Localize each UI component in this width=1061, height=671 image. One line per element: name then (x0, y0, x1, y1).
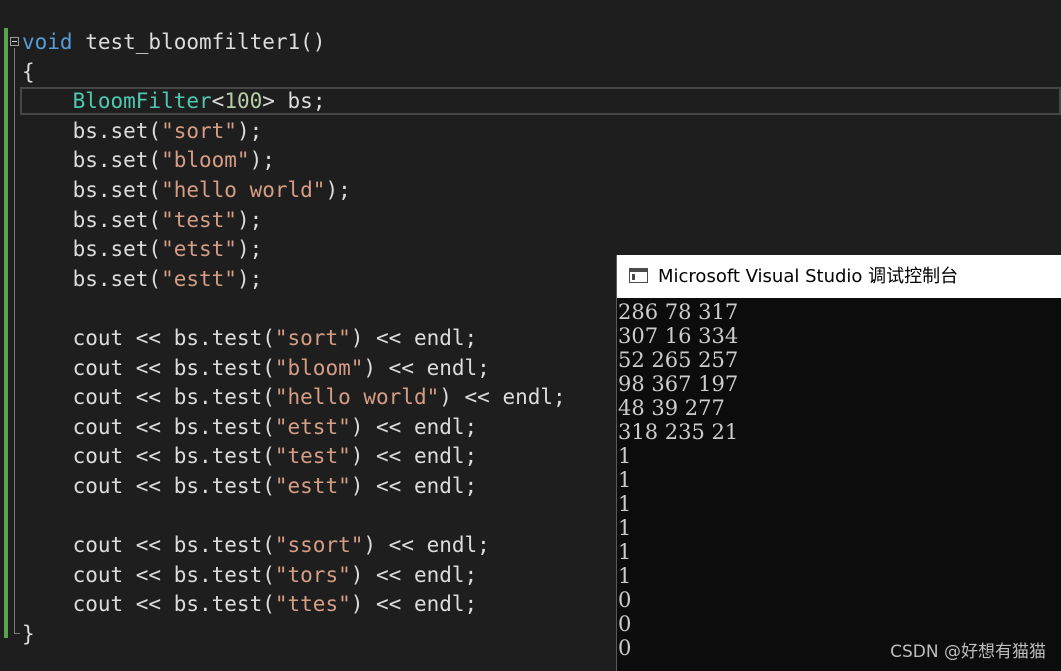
code-token: cout << bs.test( (22, 414, 275, 439)
console-output-line: 1 (618, 468, 632, 492)
change-tracking-bar (4, 28, 8, 638)
code-line: bs.set("test"); (22, 205, 263, 235)
code-token: ); (236, 118, 263, 143)
code-token: cout << bs.test( (22, 355, 275, 380)
code-line: bs.set("etst"); (22, 234, 263, 264)
code-token: ) << endl; (363, 355, 490, 380)
code-token: > bs; (262, 89, 326, 114)
code-token: "etst" (161, 237, 237, 262)
code-line: cout << bs.test("estt") << endl; (22, 471, 478, 501)
code-token: ) << endl; (350, 474, 478, 498)
code-line: cout << bs.test("bloom") << endl; (22, 353, 490, 383)
code-token: "test" (274, 444, 351, 469)
code-token: test_bloomfilter1() (72, 30, 326, 54)
console-titlebar[interactable]: Microsoft Visual Studio 调试控制台 (617, 255, 1061, 298)
code-token: bs.set( (22, 266, 162, 291)
code-token: "hello world" (161, 178, 326, 202)
code-token: bs.set( (22, 148, 162, 173)
code-token: bs.set( (22, 207, 162, 232)
code-token: void (22, 30, 73, 54)
code-line: cout << bs.test("ssort") << endl; (22, 530, 490, 560)
code-token: < (211, 89, 225, 114)
code-token: ); (325, 178, 351, 202)
code-line: bs.set("bloom"); (22, 145, 275, 175)
console-output-line: 286 78 317 (618, 300, 739, 324)
code-token: "estt" (161, 266, 237, 291)
code-token: "bloom" (161, 148, 250, 173)
console-output-line: 1 (618, 492, 632, 516)
code-token: { (22, 59, 35, 84)
code-token: ) << endl; (363, 533, 490, 558)
code-line: cout << bs.test("test") << endl; (22, 441, 478, 471)
console-output-line: 318 235 21 (618, 420, 739, 444)
code-token: bs.set( (22, 237, 162, 262)
code-line: BloomFilter<100> bs; (22, 86, 326, 116)
code-line: bs.set("sort"); (22, 116, 263, 146)
console-output-line: 0 (618, 588, 632, 612)
console-output-line: 1 (618, 444, 632, 468)
debug-console-window[interactable]: Microsoft Visual Studio 调试控制台 286 78 317… (616, 255, 1061, 671)
code-line: cout << bs.test("sort") << endl; (22, 323, 478, 353)
code-token: BloomFilter (72, 89, 212, 114)
code-line: cout << bs.test("ttes") << endl; (22, 589, 478, 619)
console-output-line: 98 367 197 (618, 372, 739, 396)
code-token: ) << endl; (350, 592, 478, 617)
code-token: ); (236, 266, 263, 291)
code-token: bs.set( (22, 118, 162, 143)
console-window-icon (629, 268, 648, 283)
code-line: { (22, 57, 35, 87)
console-title: Microsoft Visual Studio 调试控制台 (658, 266, 959, 287)
code-token: ) << endl; (350, 444, 478, 469)
code-token: ) << endl; (350, 414, 478, 439)
watermark: CSDN @好想有猫猫 (890, 642, 1046, 662)
console-output: 286 78 317 307 16 334 52 265 257 98 367 197… (618, 300, 1058, 660)
code-token: ) << endl; (439, 385, 566, 410)
code-token: cout << bs.test( (22, 444, 275, 469)
code-token: cout << bs.test( (22, 533, 275, 558)
code-token: bs.set( (22, 178, 162, 202)
console-output-line: 48 39 277 (618, 396, 725, 420)
code-token: ); (236, 207, 263, 232)
code-token: cout << bs.test( (22, 326, 275, 350)
code-token: } (22, 622, 35, 646)
code-token: "test" (161, 207, 237, 232)
code-token: cout << bs.test( (22, 562, 275, 587)
code-token: ); (249, 148, 275, 173)
code-token: ); (236, 237, 263, 262)
code-token: "ssort" (274, 533, 364, 558)
console-output-line: 52 265 257 (618, 348, 739, 372)
code-token: "etst" (274, 414, 351, 439)
code-line: cout << bs.test("tors") << endl; (22, 560, 478, 590)
code-token: cout << bs.test( (22, 385, 275, 410)
code-token: "tors" (274, 562, 351, 587)
code-token: "estt" (274, 474, 351, 498)
console-output-line: 1 (618, 564, 632, 588)
code-line: void test_bloomfilter1() (22, 27, 325, 57)
code-token: "sort" (274, 326, 351, 350)
code-line: cout << bs.test("hello world") << endl; (22, 382, 566, 412)
code-token: ) << endl; (350, 326, 478, 350)
fold-guide-line (14, 48, 15, 634)
code-line: bs.set("hello world"); (22, 175, 351, 205)
console-output-line: 307 16 334 (618, 324, 739, 348)
fold-guide-end (14, 633, 20, 634)
console-output-line: 1 (618, 540, 632, 564)
code-line: bs.set("estt"); (22, 264, 263, 294)
console-output-line: 1 (618, 516, 632, 540)
code-token: "hello world" (274, 385, 440, 410)
code-token: 100 (224, 89, 263, 114)
code-token: cout << bs.test( (22, 592, 275, 617)
code-token: "ttes" (274, 592, 351, 617)
code-token: "sort" (161, 118, 237, 143)
code-token: ) << endl; (350, 562, 478, 587)
console-output-line: 0 (618, 612, 632, 636)
code-token: "bloom" (274, 355, 364, 380)
code-line: cout << bs.test("etst") << endl; (22, 412, 478, 442)
fold-collapse-icon[interactable] (10, 37, 19, 46)
code-token: cout << bs.test( (22, 474, 275, 498)
code-line: } (22, 619, 35, 649)
